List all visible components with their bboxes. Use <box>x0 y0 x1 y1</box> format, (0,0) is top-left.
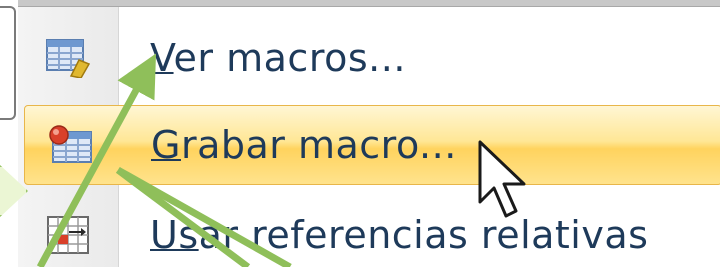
view-macros-icon <box>18 18 118 98</box>
menu-item-label: Grabar macro... <box>151 123 457 167</box>
menu-item-record-macro[interactable]: Grabar macro... <box>24 105 720 185</box>
menu-item-relative-references[interactable]: Usar referencias relativas <box>18 195 720 267</box>
menu-item-label: Usar referencias relativas <box>150 213 649 257</box>
menu-top-border <box>18 0 720 7</box>
menu-item-view-macros[interactable]: Ver macros... <box>18 18 720 98</box>
screenshot: Ver macros... Grabar macro... Usar refer… <box>0 0 720 267</box>
relative-references-icon <box>18 195 118 267</box>
record-macro-icon <box>25 105 119 185</box>
window-frame-edge <box>0 6 16 120</box>
mouse-cursor-icon <box>478 140 526 218</box>
menu-item-label: Ver macros... <box>150 36 406 80</box>
